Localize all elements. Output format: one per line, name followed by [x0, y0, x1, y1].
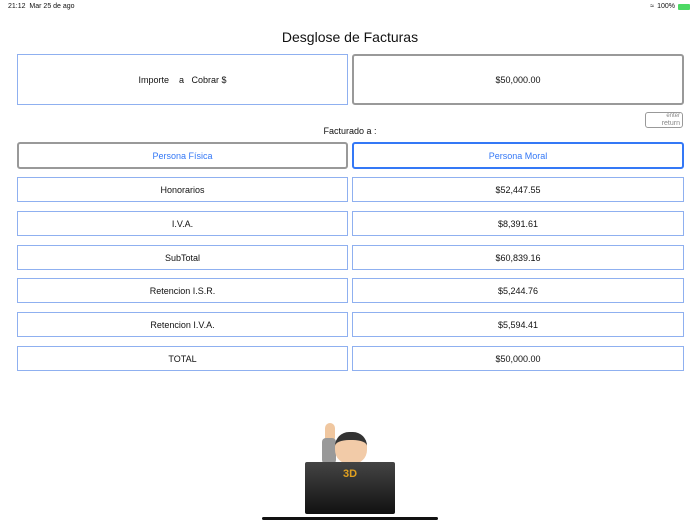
row-value: $5,244.76: [352, 278, 684, 303]
status-right: ≈ 100%: [650, 3, 690, 10]
row-value: $52,447.55: [352, 177, 684, 202]
amount-label: Importe a Cobrar $: [17, 54, 348, 105]
row-label: I.V.A.: [17, 211, 348, 236]
amount-input[interactable]: $50,000.00: [352, 54, 684, 105]
row-label: Honorarios: [17, 177, 348, 202]
persona-moral-button[interactable]: Persona Moral: [352, 142, 684, 169]
row-label: SubTotal: [17, 245, 348, 270]
memoji-computer-image: 3D: [305, 420, 395, 515]
row-value: $60,839.16: [352, 245, 684, 270]
row-value: $50,000.00: [352, 346, 684, 371]
row-value: $8,391.61: [352, 211, 684, 236]
logo: 3D: [343, 468, 358, 480]
status-time: 21:12 Mar 25 de ago: [8, 3, 75, 10]
home-indicator: [262, 517, 438, 520]
row-label: Retencion I.V.A.: [17, 312, 348, 337]
billed-to-label: Facturado a :: [323, 126, 377, 136]
battery-percent: 100%: [657, 3, 675, 10]
row-label: TOTAL: [17, 346, 348, 371]
page-title: Desglose de Facturas: [281, 29, 419, 45]
row-label: Retencion I.S.R.: [17, 278, 348, 303]
wifi-icon: ≈: [650, 3, 655, 10]
battery-charging-icon: [678, 3, 690, 10]
row-value: $5,594.41: [352, 312, 684, 337]
persona-fisica-button[interactable]: Persona Física: [17, 142, 348, 169]
